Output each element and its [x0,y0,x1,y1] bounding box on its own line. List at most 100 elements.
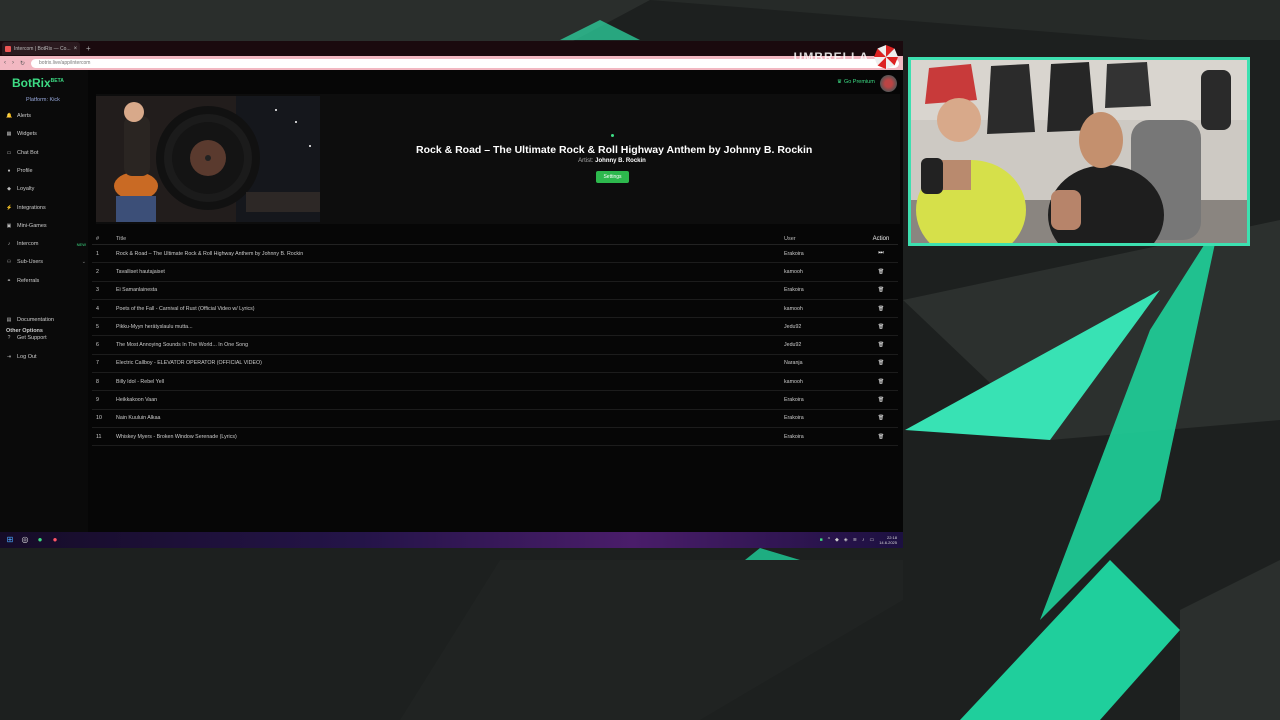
row-title: Tavalliset hautajaiset [116,268,165,275]
back-icon[interactable]: ‹ [4,60,6,66]
row-title: Billy Idol - Rebel Yell [116,378,164,385]
sidebar-item-intercom[interactable]: ♪ Intercom NEW [6,241,86,247]
support-icon: ? [7,335,11,342]
row-number: 6 [96,342,99,349]
delete-icon[interactable]: 🗑 [864,360,898,366]
sidebar-item-chat-bot[interactable]: ▭ Chat Bot [6,150,86,156]
row-user: Erakoira [784,250,804,257]
music-icon: ♪ [7,241,11,248]
row-user: Erakoira [784,415,804,422]
row-user: Erakoira [784,397,804,404]
tray-shield-icon[interactable]: ◈ [844,537,848,543]
delete-icon[interactable]: 🗑 [864,434,898,440]
status-dot [611,134,614,137]
row-user: Jedu92 [784,342,802,349]
row-title: The Most Annoying Sounds In The World...… [116,342,249,349]
row-title: Ei Samanlainesta [116,287,158,294]
sidebar-item-referrals[interactable]: ⚭ Referrals [6,278,86,284]
row-title: Whiskey Myers - Broken Window Serenade (… [116,433,237,440]
settings-button[interactable]: Settings [596,171,629,183]
sidebar-item-label: Integrations [17,204,46,211]
row-number: 3 [96,287,99,294]
botrix-logo[interactable]: BotRixBETA [12,76,64,90]
col-title: Title [116,235,127,242]
sidebar-item-label: Widgets [17,131,37,138]
col-user: User [784,235,796,242]
sidebar-item-widgets[interactable]: ▦ Widgets [6,131,86,137]
delete-icon[interactable]: 🗑 [864,287,898,293]
forward-icon[interactable]: › [12,60,14,66]
sidebar-item-documentation[interactable]: ▤ Documentation [6,317,86,323]
album-art [96,96,320,222]
sidebar-item-label: Get Support [17,335,47,342]
now-playing-title: Rock & Road – The Ultimate Rock & Roll H… [416,144,813,156]
spotify-icon[interactable]: ● [36,536,44,544]
sidebar-item-label: Sub-Users [17,259,43,266]
sidebar: BotRixBETA Platform: Kick 🔔 Alerts ▦ Widget… [0,70,88,532]
row-user: kamooh [784,268,803,275]
referrals-icon: ⚭ [6,277,12,284]
sidebar-item-label: Referrals [17,277,40,284]
taskbar: ⊞ ◎ ● ● ■ ^ ◆ ◈ ≋ ♪ ▭ 22:18 14.6.2025 [0,532,903,548]
chevron-down-icon[interactable]: ⌄ [82,259,86,265]
artist-label: Artist: [578,158,594,164]
windows-start-icon[interactable]: ⊞ [6,536,14,544]
delete-icon[interactable]: 🗑 [864,306,898,312]
table-row: 8 Billy Idol - Rebel Yell kamooh 🗑 [92,373,898,392]
beta-badge: BETA [50,78,64,84]
doc-icon: ▤ [6,317,12,323]
settings-app-icon[interactable]: ◎ [21,536,29,544]
artist-name: Johnny B. Rockin [595,158,646,164]
sidebar-item-get-support[interactable]: ? Get Support [6,335,86,341]
browser-tab[interactable]: Intercom | BotRix — Co... × [2,42,80,55]
sidebar-item-integrations[interactable]: ⚡ Integrations [6,205,86,211]
sidebar-item-profile[interactable]: ● Profile [6,168,86,174]
go-premium-link[interactable]: ♛ Go Premium [837,79,875,85]
skip-icon[interactable]: ⏭ [864,250,898,257]
delete-icon[interactable]: 🗑 [864,269,898,275]
tray-chevron-icon[interactable]: ^ [828,537,830,543]
table-row: 3 Ei Samanlainesta Erakoira 🗑 [92,282,898,300]
delete-icon[interactable]: 🗑 [864,415,898,421]
delete-icon[interactable]: 🗑 [864,342,898,348]
taskbar-clock[interactable]: 22:18 14.6.2025 [879,535,897,545]
browser-app-icon[interactable]: ● [51,536,59,544]
sidebar-item-mini-games[interactable]: ▣ Mini-Games [6,223,86,229]
tray-wifi-icon[interactable]: ≋ [853,537,857,543]
tray-battery-icon[interactable]: ▭ [869,537,874,543]
avatar[interactable] [880,75,897,92]
delete-icon[interactable]: 🗑 [864,379,898,385]
system-tray: ■ ^ ◆ ◈ ≋ ♪ ▭ 22:18 14.6.2025 [820,535,897,545]
table-row: 7 Electric Callboy - ELEVATOR OPERATOR (O… [92,355,898,374]
overlay-text: UMBRELLA [793,50,869,64]
row-number: 5 [96,323,99,330]
sidebar-item-sub-users[interactable]: ⚇ Sub-Users ⌄ [6,259,86,265]
delete-icon[interactable]: 🗑 [864,324,898,330]
now-playing-banner: Rock & Road – The Ultimate Rock & Roll H… [96,94,900,224]
row-title: Heikkakoon Vaan [116,397,158,404]
sidebar-item-log-out[interactable]: ⇥ Log Out [6,354,86,360]
user-icon: ● [7,167,11,174]
row-number: 9 [96,397,99,404]
tray-volume-icon[interactable]: ♪ [862,537,865,543]
new-tab-icon[interactable]: + [86,44,91,53]
tray-app-icon[interactable]: ■ [820,537,823,543]
url-field[interactable]: botrix.live/app/intercom [31,58,899,68]
close-tab-icon[interactable]: × [74,46,78,52]
premium-label: Go Premium [843,79,875,85]
delete-icon[interactable]: 🗑 [864,397,898,403]
tray-network-icon[interactable]: ◆ [835,537,839,543]
umbrella-overlay: UMBRELLA [794,43,899,71]
sidebar-item-loyalty[interactable]: ◆ Loyalty [6,186,86,192]
row-user: Erakoira [784,433,804,440]
reload-icon[interactable]: ↻ [20,60,25,67]
sidebar-item-label: Mini-Games [17,222,47,229]
row-title: Poets of the Fall - Carnival of Rust (Of… [116,305,255,312]
sidebar-item-label: Loyalty [17,186,35,193]
table-row: 2 Tavalliset hautajaiset kamooh 🗑 [92,263,898,282]
table-row: 1 Rock & Road – The Ultimate Rock & Roll … [92,245,898,264]
table-row: 10 Nain Kuuluin Alkaa Erakoira 🗑 [92,410,898,428]
row-number: 11 [96,433,102,440]
sidebar-item-alerts[interactable]: 🔔 Alerts [6,113,86,119]
tab-bar: Intercom | BotRix — Co... × + [0,41,903,56]
